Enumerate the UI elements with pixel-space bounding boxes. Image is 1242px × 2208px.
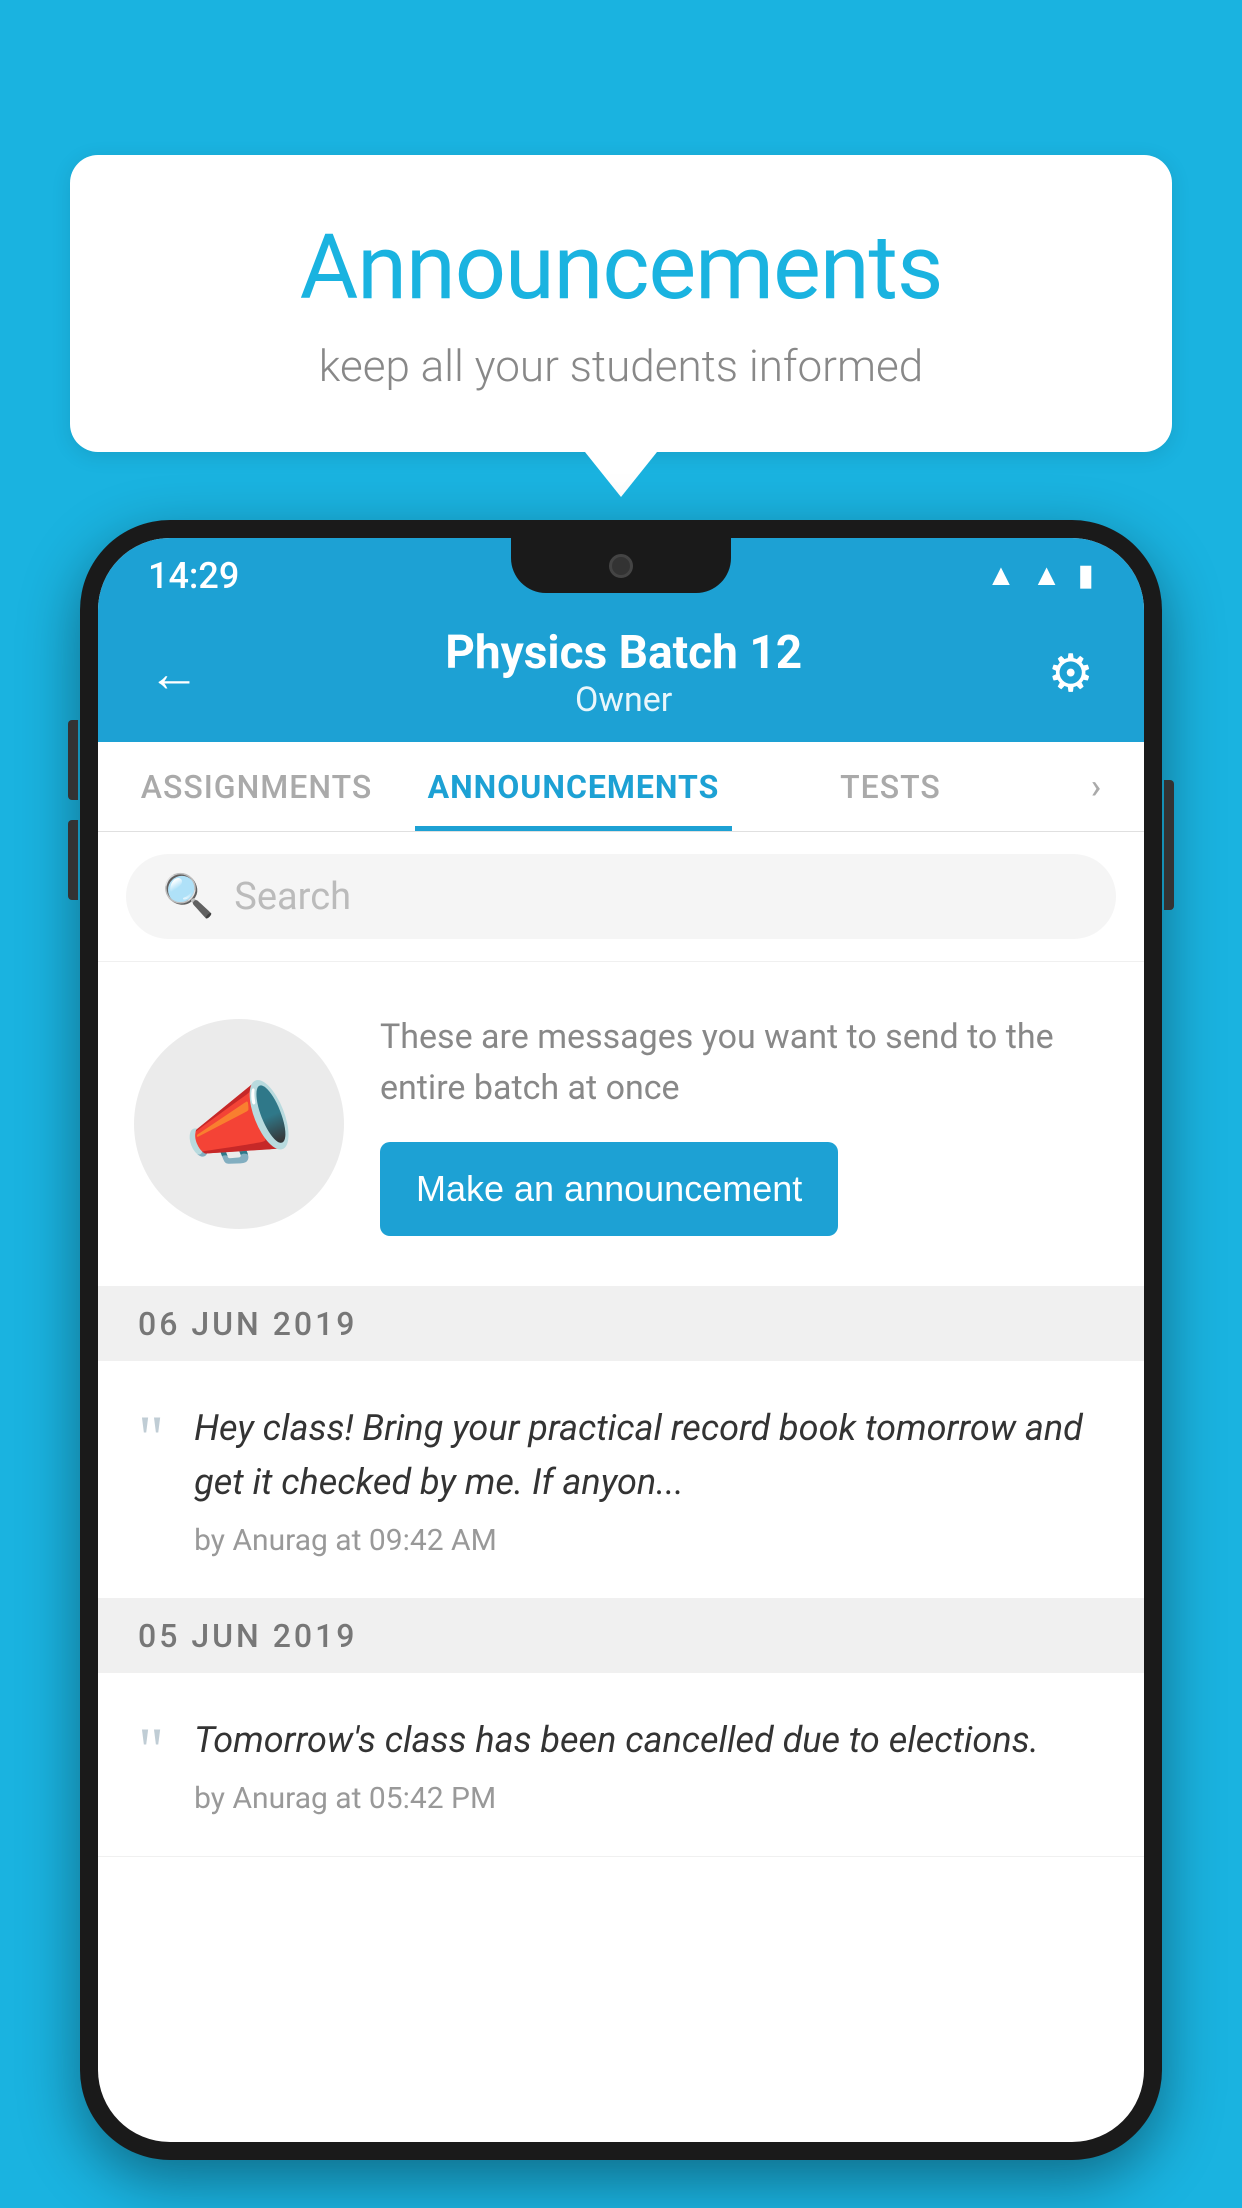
announcement-text-1: Hey class! Bring your practical record b… <box>194 1401 1104 1509</box>
quote-icon-2: " <box>138 1718 164 1782</box>
phone-container: 14:29 ▲ ▲ ▮ ← Physics Batch 12 Owner ⚙ <box>80 520 1162 2208</box>
date-text-2: 05 JUN 2019 <box>138 1617 357 1655</box>
promo-icon-circle: 📣 <box>134 1019 344 1229</box>
promo-description: These are messages you want to send to t… <box>380 1012 1108 1114</box>
announcement-text-2: Tomorrow's class has been cancelled due … <box>194 1713 1104 1767</box>
megaphone-icon: 📣 <box>183 1072 295 1177</box>
camera-dot <box>609 554 633 578</box>
announcement-item-1[interactable]: " Hey class! Bring your practical record… <box>98 1361 1144 1599</box>
side-btn-left-2 <box>68 820 78 900</box>
announcement-content-2: Tomorrow's class has been cancelled due … <box>194 1713 1104 1816</box>
speech-bubble: Announcements keep all your students inf… <box>70 155 1172 452</box>
quote-icon-1: " <box>138 1406 164 1470</box>
header-center: Physics Batch 12 Owner <box>445 626 802 720</box>
back-button[interactable]: ← <box>148 643 200 704</box>
tabs-container: ASSIGNMENTS ANNOUNCEMENTS TESTS › <box>98 742 1144 832</box>
phone-screen: 14:29 ▲ ▲ ▮ ← Physics Batch 12 Owner ⚙ <box>98 538 1144 2142</box>
date-text-1: 06 JUN 2019 <box>138 1305 357 1343</box>
search-container: 🔍 Search <box>98 832 1144 962</box>
promo-right: These are messages you want to send to t… <box>380 1012 1108 1236</box>
make-announcement-button[interactable]: Make an announcement <box>380 1142 838 1236</box>
tab-assignments[interactable]: ASSIGNMENTS <box>98 742 415 831</box>
search-placeholder: Search <box>234 875 351 919</box>
speech-bubble-container: Announcements keep all your students inf… <box>70 155 1172 452</box>
signal-icon: ▲ <box>1032 558 1062 593</box>
announcement-meta-1: by Anurag at 09:42 AM <box>194 1523 1104 1558</box>
phone-notch <box>511 538 731 593</box>
status-time: 14:29 <box>148 550 239 597</box>
tab-announcements[interactable]: ANNOUNCEMENTS <box>415 742 732 831</box>
bubble-title: Announcements <box>150 215 1092 320</box>
status-icons: ▲ ▲ ▮ <box>986 553 1094 593</box>
phone-frame: 14:29 ▲ ▲ ▮ ← Physics Batch 12 Owner ⚙ <box>80 520 1162 2160</box>
search-bar[interactable]: 🔍 Search <box>126 854 1116 939</box>
header-title: Physics Batch 12 <box>445 626 802 680</box>
announcement-meta-2: by Anurag at 05:42 PM <box>194 1781 1104 1816</box>
side-btn-right <box>1164 780 1174 910</box>
gear-icon[interactable]: ⚙ <box>1047 643 1094 704</box>
search-icon: 🔍 <box>162 872 214 921</box>
tab-tests[interactable]: TESTS <box>732 742 1049 831</box>
announcement-item-2[interactable]: " Tomorrow's class has been cancelled du… <box>98 1673 1144 1857</box>
date-divider-2: 05 JUN 2019 <box>98 1599 1144 1673</box>
date-divider-1: 06 JUN 2019 <box>98 1287 1144 1361</box>
announcement-content-1: Hey class! Bring your practical record b… <box>194 1401 1104 1558</box>
announcement-promo: 📣 These are messages you want to send to… <box>98 962 1144 1287</box>
battery-icon: ▮ <box>1077 558 1094 593</box>
tab-more[interactable]: › <box>1049 742 1144 831</box>
header-subtitle: Owner <box>445 680 802 720</box>
wifi-icon: ▲ <box>986 558 1016 593</box>
bubble-subtitle: keep all your students informed <box>150 340 1092 392</box>
side-btn-left <box>68 720 78 800</box>
app-header: ← Physics Batch 12 Owner ⚙ <box>98 608 1144 742</box>
